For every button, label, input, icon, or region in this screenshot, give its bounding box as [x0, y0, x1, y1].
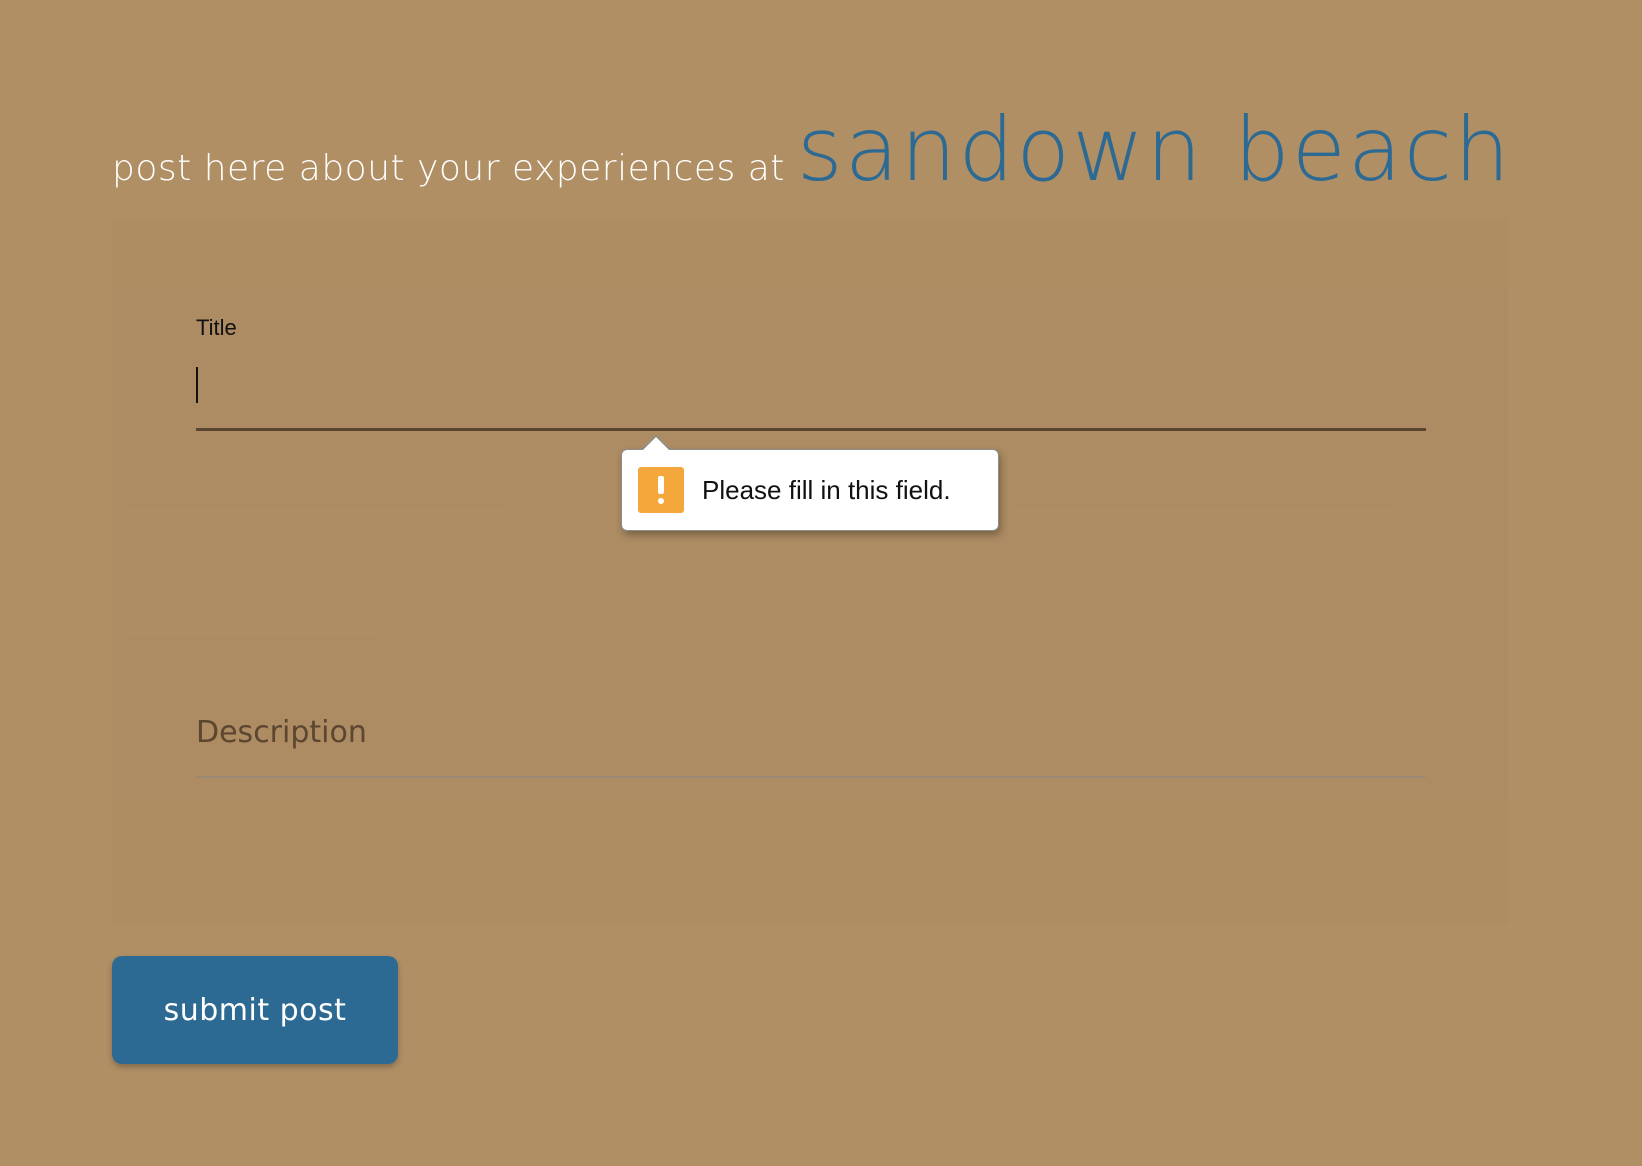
heading-prefix: post here about your experiences at	[112, 148, 785, 189]
page: post here about your experiences at sand…	[0, 0, 1642, 1166]
tooltip-arrow	[643, 437, 669, 450]
title-input[interactable]	[196, 355, 1426, 431]
validation-tooltip: Please fill in this field.	[621, 435, 999, 531]
page-heading: post here about your experiences at sand…	[112, 98, 1512, 201]
text-caret	[196, 367, 198, 403]
validation-message: Please fill in this field.	[702, 474, 951, 505]
title-label: Title	[196, 315, 237, 340]
description-input[interactable]	[196, 700, 1426, 778]
warning-icon	[638, 467, 684, 513]
heading-place-name: sandown beach	[796, 98, 1512, 201]
submit-post-button[interactable]: submit post	[112, 956, 398, 1064]
